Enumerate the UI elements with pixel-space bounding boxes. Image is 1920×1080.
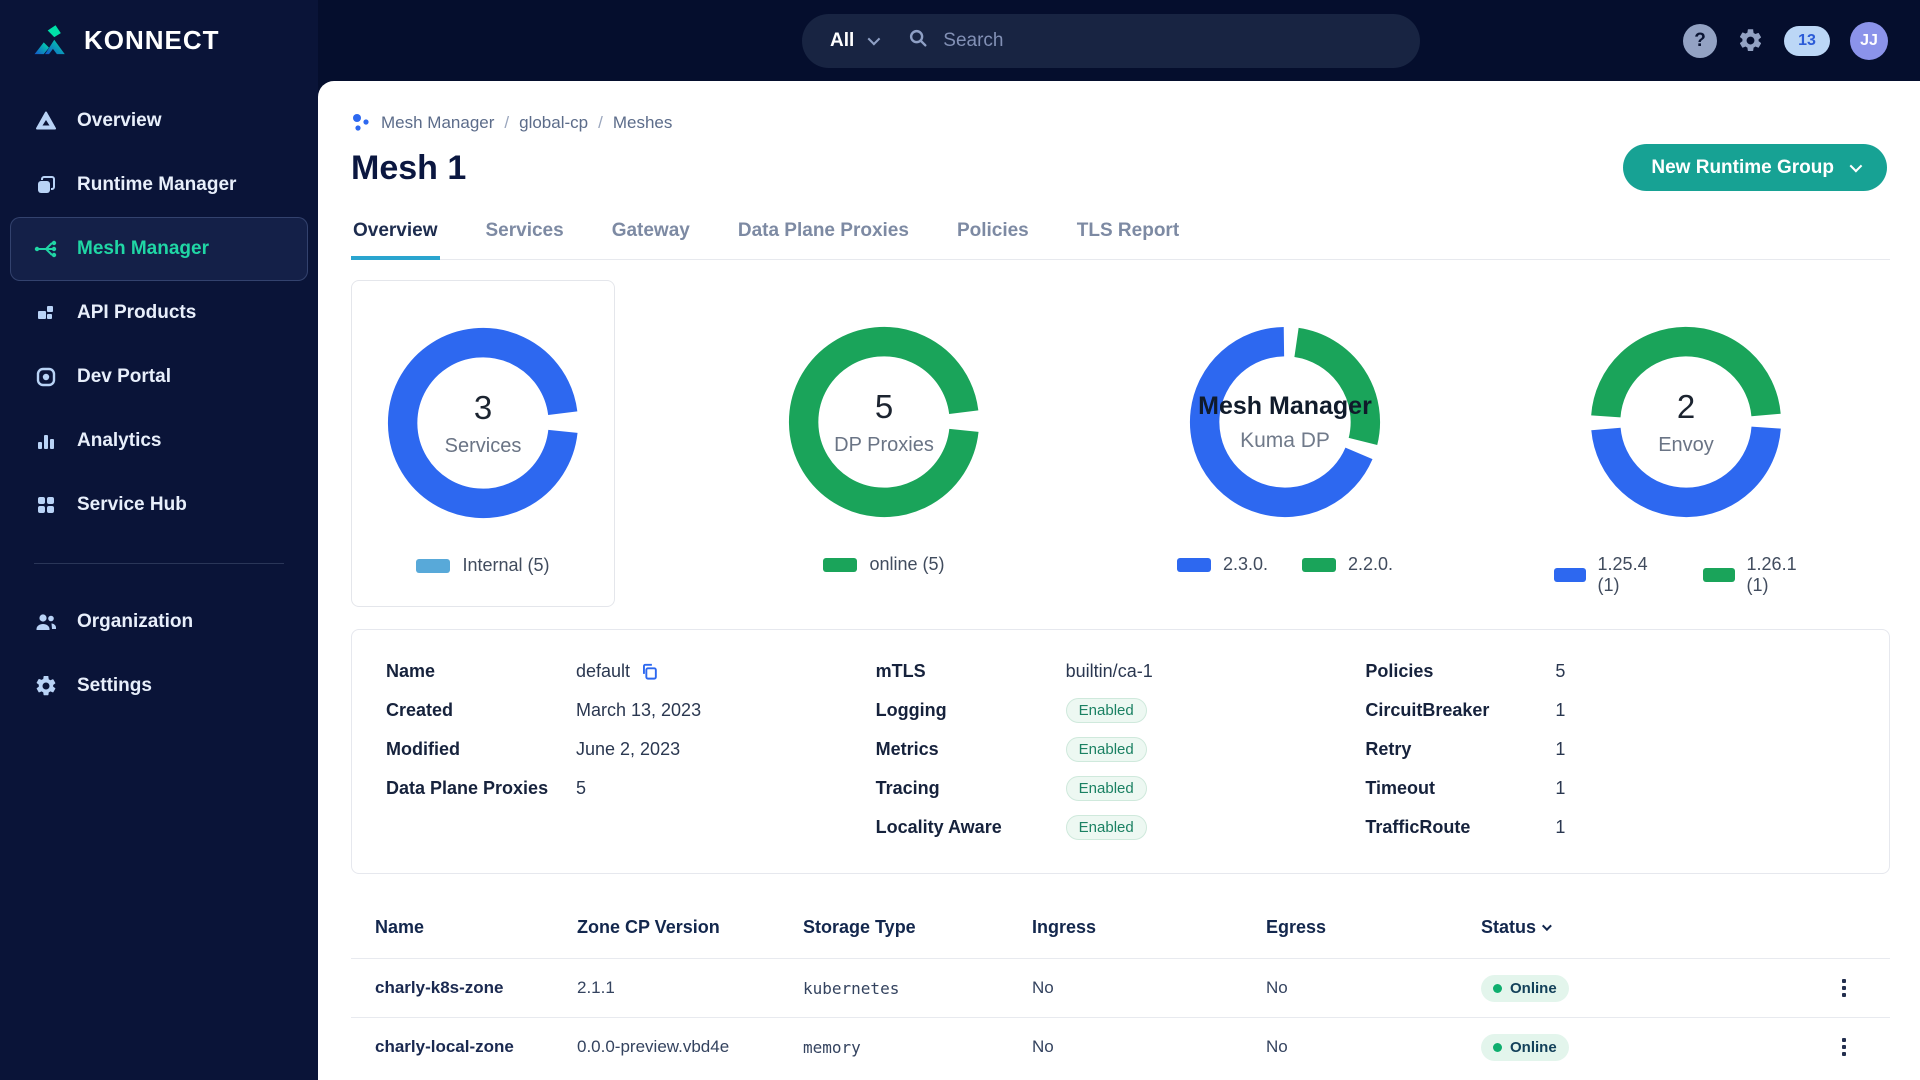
kuma-dp-chart-card: Mesh Manager Kuma DP 2.3.0. 2.2.0.	[1153, 280, 1417, 607]
envoy-chart-card: 2 Envoy 1.25.4 (1) 1.26.1 (1)	[1554, 280, 1818, 607]
overview-icon	[33, 109, 59, 133]
breadcrumb-meshes[interactable]: Meshes	[613, 113, 673, 133]
tab-bar: Overview Services Gateway Data Plane Pro…	[351, 210, 1890, 260]
sidebar-item-api-products[interactable]: API Products	[10, 281, 308, 345]
tab-policies[interactable]: Policies	[955, 210, 1031, 260]
tab-services[interactable]: Services	[484, 210, 566, 260]
api-products-icon	[33, 301, 59, 325]
legend-swatch	[1176, 557, 1211, 572]
avatar[interactable]: JJ	[1850, 21, 1888, 60]
status-badge: Enabled	[1065, 698, 1147, 723]
zones-table: Name Zone CP Version Storage Type Ingres…	[351, 896, 1890, 1076]
details-column-features: mTLS builtin/ca-1 Logging Enabled Metric…	[876, 652, 1366, 847]
dp-proxies-chart-card: 5 DP Proxies online (5)	[752, 280, 1016, 607]
service-hub-icon	[33, 493, 59, 517]
tab-overview[interactable]: Overview	[351, 210, 440, 260]
main-content: Mesh Manager / global-cp / Meshes Mesh 1…	[318, 81, 1920, 1080]
breadcrumb-global-cp[interactable]: global-cp	[519, 113, 588, 133]
sidebar-item-runtime-manager[interactable]: Runtime Manager	[10, 153, 308, 217]
sidebar-divider	[34, 563, 284, 564]
sidebar-item-overview[interactable]: Overview	[10, 89, 308, 153]
chevron-down-icon	[1849, 159, 1863, 173]
online-dot-icon	[1493, 983, 1502, 993]
sidebar-item-analytics[interactable]: Analytics	[10, 409, 308, 473]
sidebar-nav: Overview Runtime Manager Mesh Manager AP…	[0, 89, 318, 718]
sidebar-item-mesh-manager[interactable]: Mesh Manager	[10, 217, 308, 281]
services-chart-card: 3 Services Internal (5)	[351, 280, 615, 607]
tab-gateway[interactable]: Gateway	[610, 210, 692, 260]
settings-gear-icon	[33, 674, 59, 698]
sidebar: KONNECT Overview Runtime Manager Mesh Ma…	[0, 0, 318, 1080]
row-actions-kebab-icon[interactable]	[1842, 1038, 1890, 1056]
dev-portal-icon	[33, 365, 59, 389]
status-badge: Online	[1481, 974, 1569, 1002]
envoy-legend: 1.25.4 (1) 1.26.1 (1)	[1554, 554, 1818, 596]
charts-row: 3 Services Internal (5) 5 DP Proxies onl…	[351, 280, 1890, 607]
dp-proxies-donut-chart: 5 DP Proxies	[786, 324, 982, 520]
chevron-down-icon	[1541, 920, 1552, 931]
brand[interactable]: KONNECT	[0, 0, 318, 81]
breadcrumb-mesh-manager[interactable]: Mesh Manager	[381, 113, 494, 133]
mesh-details-panel: Name default Created March 13, 2023 Modi…	[351, 629, 1890, 874]
services-donut-chart: 3 Services	[385, 325, 581, 521]
global-search[interactable]: All Search	[802, 13, 1420, 68]
table-row[interactable]: charly-k8s-zone 2.1.1 kubernetes No No O…	[351, 958, 1890, 1017]
sidebar-item-dev-portal[interactable]: Dev Portal	[10, 345, 308, 409]
sidebar-item-organization[interactable]: Organization	[10, 590, 308, 654]
table-header-row: Name Zone CP Version Storage Type Ingres…	[351, 896, 1890, 958]
envoy-donut-chart: 2 Envoy	[1588, 324, 1784, 520]
breadcrumb: Mesh Manager / global-cp / Meshes	[351, 113, 1890, 133]
online-dot-icon	[1493, 1042, 1502, 1052]
copy-icon[interactable]	[640, 662, 659, 681]
status-badge: Enabled	[1065, 776, 1147, 801]
topbar-settings-gear-icon[interactable]	[1737, 27, 1764, 54]
sidebar-item-settings[interactable]: Settings	[10, 654, 308, 718]
services-legend: Internal (5)	[416, 555, 550, 576]
runtime-manager-icon	[33, 173, 59, 197]
table-row[interactable]: charly-local-zone 0.0.0-preview.vbd4e me…	[351, 1017, 1890, 1076]
legend-swatch	[823, 557, 858, 572]
kong-logo-icon	[34, 24, 65, 54]
chevron-down-icon	[867, 32, 881, 46]
details-column-policies: Policies 5 CircuitBreaker 1 Retry 1 Time…	[1365, 661, 1566, 837]
status-badge: Enabled	[1065, 815, 1147, 840]
brand-text: KONNECT	[84, 25, 220, 55]
sidebar-item-service-hub[interactable]: Service Hub	[10, 473, 308, 537]
status-badge: Online	[1481, 1033, 1569, 1061]
row-actions-kebab-icon[interactable]	[1842, 979, 1890, 997]
organization-icon	[33, 610, 59, 634]
new-runtime-group-button[interactable]: New Runtime Group	[1623, 144, 1887, 191]
analytics-icon	[33, 429, 59, 453]
tab-tls-report[interactable]: TLS Report	[1075, 210, 1181, 260]
search-input[interactable]: Search	[943, 30, 1003, 52]
kuma-dp-donut-chart: Mesh Manager Kuma DP	[1187, 324, 1383, 520]
search-icon	[907, 27, 929, 54]
dp-proxies-legend: online (5)	[823, 554, 945, 575]
tab-data-plane-proxies[interactable]: Data Plane Proxies	[736, 210, 911, 260]
legend-swatch	[1703, 568, 1735, 582]
mesh-manager-icon	[33, 237, 59, 261]
details-column-general: Name default Created March 13, 2023 Modi…	[386, 661, 702, 798]
kuma-dp-legend: 2.3.0. 2.2.0.	[1176, 554, 1393, 575]
status-sort-header[interactable]: Status	[1481, 917, 1776, 938]
help-button[interactable]: ?	[1683, 23, 1717, 58]
notification-badge[interactable]: 13	[1784, 25, 1830, 56]
status-badge: Enabled	[1065, 737, 1147, 762]
legend-swatch	[1302, 557, 1336, 572]
mesh-breadcrumb-icon	[353, 114, 369, 131]
legend-swatch	[416, 558, 451, 573]
legend-swatch	[1554, 568, 1586, 582]
search-scope-dropdown[interactable]: All	[830, 30, 854, 52]
